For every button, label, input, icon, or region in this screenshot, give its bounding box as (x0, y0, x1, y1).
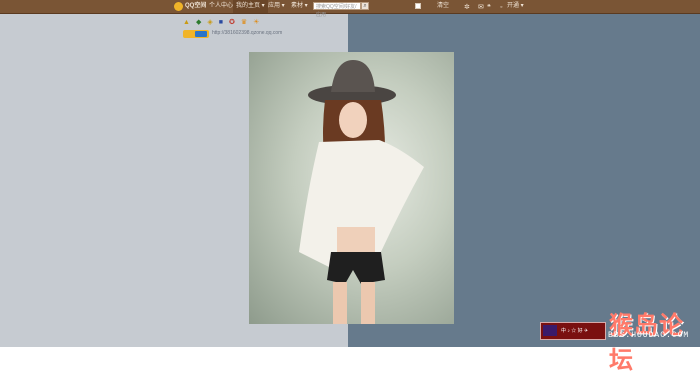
level-icon[interactable]: ▲ (183, 19, 190, 26)
watermark-title: 猴岛论坛 (609, 312, 684, 374)
flag-icon[interactable]: ■ (219, 19, 223, 26)
vip-icon[interactable]: ◆ (196, 19, 201, 26)
nav-apps-label: 应用 (268, 3, 281, 9)
face (339, 102, 367, 138)
nav-apps[interactable]: 应用 ▾ (268, 0, 285, 13)
search-icon[interactable]: ⌕ (361, 2, 369, 10)
profile-badges: ▲ ◆ ◈ ■ ✪ ♛ ☀ (183, 18, 265, 28)
watermark-box: 中 ♪ ☆ 好 ✈ (540, 322, 606, 340)
status-label: 开通 (507, 3, 520, 9)
left-leg (333, 282, 347, 324)
top-nav-bar: QQ空间 个人中心 我的主页 ▾ 应用 ▾ 素材 ▾ 搜索QQ空间/好友/应用 … (0, 0, 700, 18)
main-photo[interactable] (249, 52, 454, 324)
sun-icon[interactable]: ☀ (253, 19, 259, 26)
watermark-box-text: 中 ♪ ☆ 好 ✈ (561, 328, 589, 334)
nav-personal-center[interactable]: 个人中心 (209, 0, 233, 13)
mail-icon[interactable]: ✉ (478, 1, 484, 14)
hat-crown (331, 60, 375, 92)
right-leg (361, 282, 375, 324)
crown-icon[interactable]: ♛ (241, 19, 247, 26)
qq-blue-badge[interactable] (195, 31, 207, 37)
gear-icon[interactable]: ✲ (464, 1, 470, 14)
status-dropdown[interactable]: 开通 ▾ (507, 0, 524, 13)
clear-link[interactable]: 清空 (437, 0, 449, 13)
nav-my-home-label: 我的主页 (236, 3, 261, 9)
shorts (327, 252, 385, 284)
photo-figure (299, 60, 424, 324)
nav-materials[interactable]: 素材 ▾ (291, 0, 308, 13)
watermark-thumb (543, 325, 557, 336)
nav-my-home[interactable]: 我的主页 ▾ (233, 0, 268, 13)
medal-icon[interactable]: ✪ (229, 19, 235, 26)
chat-icon[interactable]: ❝ (487, 1, 491, 14)
blank-square-icon[interactable] (415, 3, 421, 9)
search-input[interactable]: 搜索QQ空间/好友/应用 (313, 2, 361, 18)
signal-icon[interactable]: ◦ (500, 1, 502, 14)
diamond-icon[interactable]: ◈ (207, 19, 212, 26)
brand-label[interactable]: QQ空间 (185, 0, 206, 13)
watermark-url: BBS.HOUDAO.COM (608, 331, 690, 340)
qzone-star-icon[interactable] (174, 2, 183, 11)
nav-materials-label: 素材 (291, 3, 304, 9)
profile-url[interactable]: http://381602398.qzone.qq.com (212, 30, 282, 36)
